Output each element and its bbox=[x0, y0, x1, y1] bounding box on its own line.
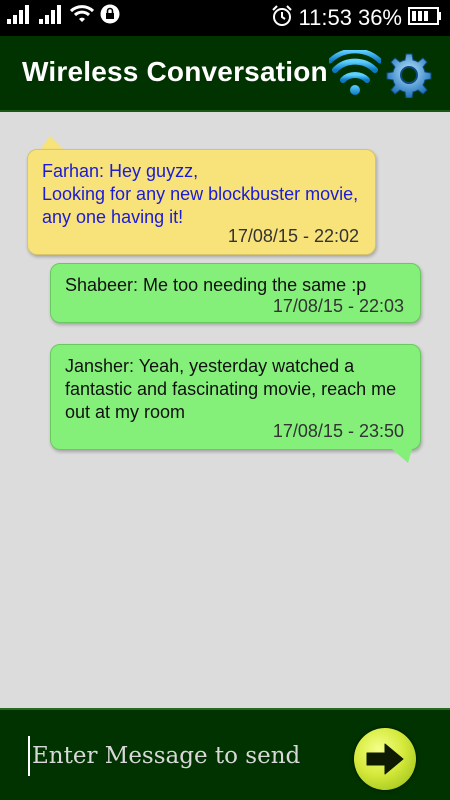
battery-icon bbox=[408, 6, 442, 30]
message-text: Jansher: Yeah, yesterday watched a fanta… bbox=[65, 356, 397, 422]
status-right: 11:53 36% bbox=[271, 4, 442, 32]
status-time: 11:53 bbox=[298, 5, 352, 30]
battery-percent: 36% bbox=[357, 5, 402, 30]
message-input[interactable] bbox=[28, 736, 328, 776]
bubble-tail bbox=[40, 136, 64, 150]
gear-icon[interactable] bbox=[386, 52, 432, 99]
message-timestamp: 17/08/15 - 22:02 bbox=[227, 226, 359, 246]
message-timestamp: 17/08/15 - 23:50 bbox=[272, 421, 404, 441]
bubble-tail bbox=[392, 449, 412, 463]
wifi-icon bbox=[69, 4, 95, 29]
message-input-bar bbox=[0, 708, 450, 800]
status-left-icons bbox=[6, 4, 120, 29]
message-text: Shabeer: Me too needing the same :p bbox=[65, 275, 367, 295]
app-title: Wireless Conversation bbox=[22, 56, 328, 87]
message-bubble[interactable]: Farhan: Hey guyzz, Looking for any new b… bbox=[27, 149, 376, 255]
arrow-right-icon bbox=[366, 743, 404, 775]
lock-icon bbox=[100, 4, 120, 29]
alarm-icon bbox=[271, 4, 293, 32]
wifi-icon[interactable] bbox=[327, 48, 383, 98]
message-timestamp: 17/08/15 - 22:03 bbox=[272, 296, 404, 316]
status-bar: 11:53 36% bbox=[0, 0, 450, 36]
chat-area[interactable]: Farhan: Hey guyzz, Looking for any new b… bbox=[0, 112, 450, 708]
signal-icon bbox=[6, 4, 32, 29]
signal-icon bbox=[38, 4, 64, 29]
message-bubble[interactable]: Jansher: Yeah, yesterday watched a fanta… bbox=[50, 344, 421, 450]
message-bubble[interactable]: Shabeer: Me too needing the same :p 17/0… bbox=[50, 263, 421, 323]
app-header: Wireless Conversation bbox=[0, 36, 450, 112]
send-button[interactable] bbox=[354, 728, 416, 790]
message-text: Farhan: Hey guyzz, Looking for any new b… bbox=[42, 161, 359, 227]
